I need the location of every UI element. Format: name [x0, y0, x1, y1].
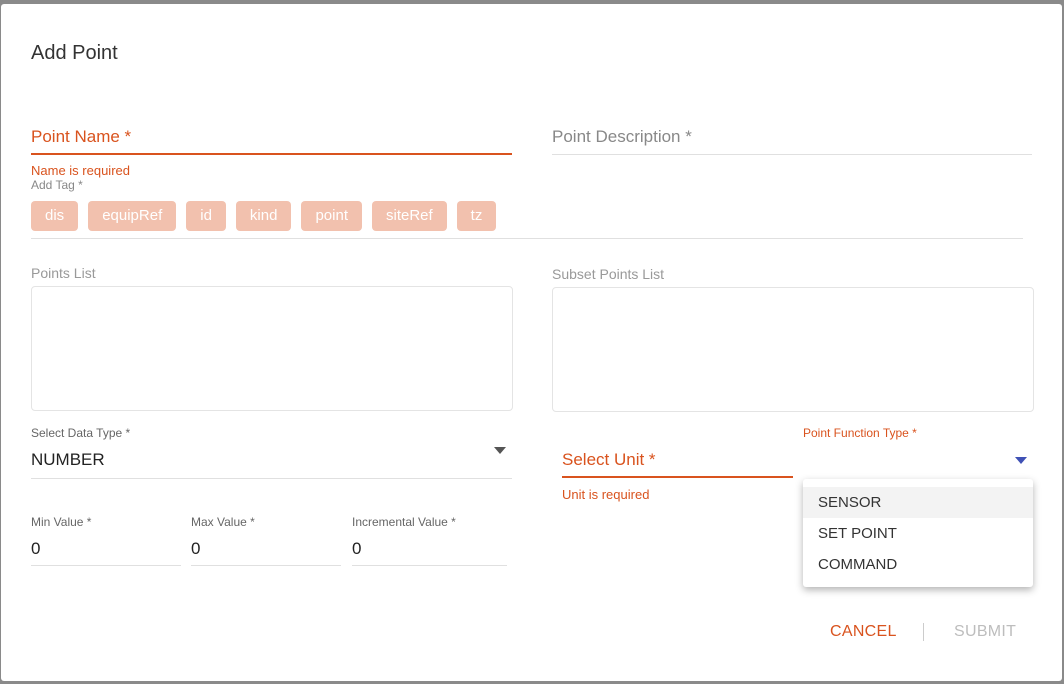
data-type-label: Select Data Type *	[31, 426, 131, 440]
min-value-input[interactable]: 0	[31, 539, 40, 559]
tag-chip-id[interactable]: id	[186, 201, 226, 231]
subset-points-list-box[interactable]	[552, 287, 1034, 412]
subset-points-list-label: Subset Points List	[552, 266, 665, 282]
unit-error: Unit is required	[562, 487, 650, 502]
actions-separator	[923, 623, 924, 641]
incremental-value-label: Incremental Value *	[352, 515, 456, 529]
tag-list: dis equipRef id kind point siteRef tz	[31, 201, 497, 231]
unit-select[interactable]: Select Unit *	[562, 450, 656, 470]
tags-divider	[31, 238, 1023, 239]
point-name-field[interactable]: Point Name *	[31, 127, 131, 147]
point-name-underline	[31, 153, 512, 155]
point-name-error: Name is required	[31, 163, 130, 178]
function-type-option-set-point[interactable]: SET POINT	[803, 518, 1033, 549]
add-point-dialog: Add Point Point Name * Name is required …	[1, 4, 1062, 681]
tag-chip-dis[interactable]: dis	[31, 201, 79, 231]
function-type-option-command[interactable]: COMMAND	[803, 549, 1033, 580]
min-value-underline	[31, 565, 181, 566]
min-value-label: Min Value *	[31, 515, 92, 529]
function-type-dropdown-icon[interactable]	[1015, 457, 1027, 464]
unit-underline	[562, 476, 793, 478]
tag-chip-siteref[interactable]: siteRef	[371, 201, 447, 231]
point-description-field[interactable]: Point Description *	[552, 127, 692, 147]
submit-button[interactable]: SUBMIT	[954, 623, 1016, 641]
tag-chip-kind[interactable]: kind	[235, 201, 292, 231]
points-list-box[interactable]	[31, 286, 513, 411]
max-value-underline	[191, 565, 341, 566]
function-type-menu: SENSOR SET POINT COMMAND	[803, 479, 1033, 587]
add-tag-label: Add Tag *	[31, 178, 83, 192]
point-description-underline	[552, 154, 1032, 155]
incremental-value-underline	[352, 565, 507, 566]
dialog-title: Add Point	[31, 42, 118, 64]
incremental-value-input[interactable]: 0	[352, 539, 361, 559]
tag-chip-tz[interactable]: tz	[456, 201, 497, 231]
tag-chip-equipref[interactable]: equipRef	[88, 201, 177, 231]
data-type-dropdown-icon[interactable]	[494, 447, 506, 454]
data-type-underline	[31, 478, 512, 479]
points-list-label: Points List	[31, 265, 96, 281]
cancel-button[interactable]: CANCEL	[830, 623, 897, 641]
function-type-option-sensor[interactable]: SENSOR	[803, 487, 1033, 518]
tag-chip-point[interactable]: point	[301, 201, 362, 231]
max-value-input[interactable]: 0	[191, 539, 200, 559]
data-type-select[interactable]: NUMBER	[31, 450, 105, 470]
function-type-label: Point Function Type *	[803, 426, 917, 440]
max-value-label: Max Value *	[191, 515, 255, 529]
